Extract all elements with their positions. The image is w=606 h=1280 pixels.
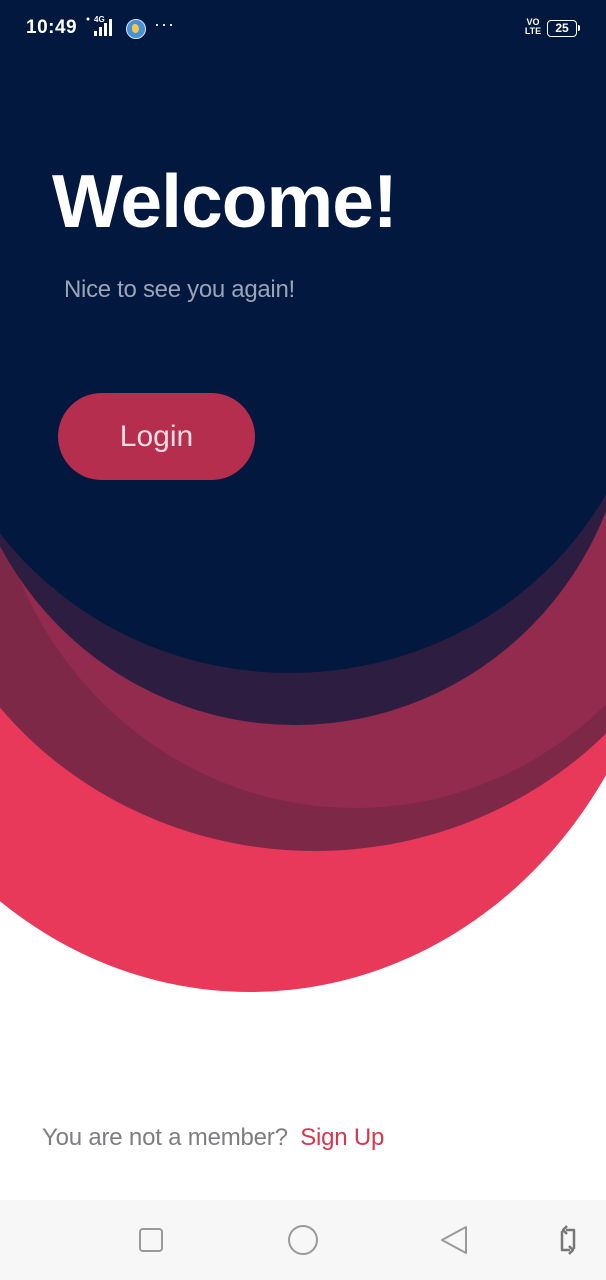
back-icon[interactable] — [436, 1222, 472, 1258]
system-navigation-bar — [0, 1200, 606, 1280]
recent-apps-icon[interactable] — [133, 1222, 169, 1258]
page-title: Welcome! — [52, 159, 398, 243]
network-type-label: 4G — [94, 15, 105, 24]
globe-icon — [126, 19, 146, 39]
more-notifications-icon: ··· — [154, 14, 175, 34]
login-button[interactable]: Login — [58, 393, 255, 480]
home-icon[interactable] — [285, 1222, 321, 1258]
battery-icon: 25 — [547, 20, 580, 37]
welcome-screen: 10:49 4G ··· VO LTE 25 Welcome! Nice to … — [0, 0, 606, 1280]
signal-strength-icon: 4G — [86, 15, 120, 38]
page-subtitle: Nice to see you again! — [64, 276, 295, 303]
signup-prompt-text: You are not a member? — [42, 1124, 288, 1151]
rotate-screen-icon[interactable] — [550, 1222, 586, 1258]
status-bar: 10:49 4G ··· VO LTE 25 — [0, 0, 606, 58]
signup-link[interactable]: Sign Up — [300, 1124, 384, 1151]
signup-prompt-row: You are not a member? Sign Up — [42, 1124, 384, 1152]
status-time: 10:49 — [26, 17, 78, 38]
volte-icon: VO LTE — [524, 17, 542, 36]
